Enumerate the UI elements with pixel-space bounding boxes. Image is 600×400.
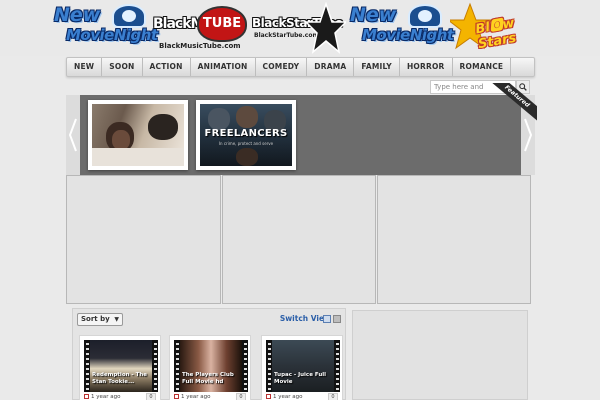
video-card[interactable]: Redemption - The Stan Tookie... 1 year a… xyxy=(79,335,161,400)
sort-by-select[interactable]: Sort by ▼ xyxy=(77,313,123,326)
blackstartube-logo[interactable]: BlackStarTube BlackStarTube.com xyxy=(250,2,346,56)
logo-movienight-text: MovieNight xyxy=(66,26,158,44)
film-strip-left xyxy=(266,340,272,392)
bmt-url-text: BlackMusicTube.com xyxy=(159,42,241,50)
comment-count: 0 xyxy=(236,393,246,400)
featured-ribbon: Featured xyxy=(489,83,537,123)
calendar-icon xyxy=(84,394,89,399)
nav-item-comedy[interactable]: COMEDY xyxy=(256,58,308,76)
video-age: 1 year ago xyxy=(181,394,211,400)
chevron-left-icon xyxy=(68,118,77,152)
video-meta: 1 year ago 0 xyxy=(266,393,340,400)
video-card[interactable]: The Players Club Full Movie hd 1 year ag… xyxy=(169,335,251,400)
video-card[interactable]: Tupac - Juice Full Movie 1 year ago 0 xyxy=(261,335,343,400)
genre-nav: NEW SOON ACTION ANIMATION COMEDY DRAMA F… xyxy=(66,57,535,77)
bmt-tube-text: TUBE xyxy=(197,6,247,42)
nav-item-family[interactable]: FAMILY xyxy=(354,58,400,76)
video-age: 1 year ago xyxy=(91,394,121,400)
film-reel-icon xyxy=(112,4,146,28)
grid-view-icon[interactable] xyxy=(323,315,331,323)
nav-item-drama[interactable]: DRAMA xyxy=(307,58,355,76)
list-view-icon[interactable] xyxy=(333,315,341,323)
blowstars-logo[interactable]: Bl🅾w Stars xyxy=(450,2,550,56)
video-list-panel: Sort by ▼ Switch View Redemption - The S… xyxy=(72,308,346,400)
slide-2-thumbnail: FREELANCERS In crime, protect and serve xyxy=(200,104,292,166)
comment-count: 0 xyxy=(146,393,156,400)
film-strip-left xyxy=(174,340,180,392)
sidebar-panel xyxy=(352,310,528,400)
chevron-down-icon: ▼ xyxy=(114,316,119,323)
content-box-2 xyxy=(222,175,376,304)
video-age: 1 year ago xyxy=(273,394,303,400)
nav-item-new[interactable]: NEW xyxy=(67,58,103,76)
movienight-logo-2[interactable]: New MovieNight xyxy=(348,2,454,54)
video-title[interactable]: Redemption - The Stan Tookie... xyxy=(92,372,154,386)
site-header: New MovieNight BlackMusic TUBE BlackMusi… xyxy=(0,0,600,56)
logo-movienight-text-2: MovieNight xyxy=(362,26,454,44)
comment-count: 0 xyxy=(328,393,338,400)
video-meta: 1 year ago 0 xyxy=(84,393,158,400)
video-title[interactable]: Tupac - Juice Full Movie xyxy=(274,372,336,386)
movienight-logo[interactable]: New MovieNight xyxy=(52,2,158,54)
video-thumbnail[interactable]: Redemption - The Stan Tookie... xyxy=(84,340,158,392)
content-box-3 xyxy=(377,175,531,304)
video-thumbnail[interactable]: Tupac - Juice Full Movie xyxy=(266,340,340,392)
nav-item-soon[interactable]: SOON xyxy=(102,58,143,76)
slide-1-thumbnail xyxy=(92,104,184,166)
sort-bar: Sort by ▼ Switch View xyxy=(77,313,343,327)
slide-2-title: FREELANCERS xyxy=(204,128,288,139)
video-thumbnail[interactable]: The Players Club Full Movie hd xyxy=(174,340,248,392)
nav-item-action[interactable]: ACTION xyxy=(143,58,191,76)
film-reel-icon-2 xyxy=(408,4,442,28)
calendar-icon xyxy=(174,394,179,399)
blackmusictube-logo[interactable]: BlackMusic TUBE BlackMusicTube.com xyxy=(153,2,249,54)
sort-by-label: Sort by xyxy=(81,315,110,323)
logo-new-text: New xyxy=(54,4,101,26)
content-box-1 xyxy=(66,175,221,304)
nav-item-romance[interactable]: ROMANCE xyxy=(453,58,512,76)
calendar-icon xyxy=(266,394,271,399)
featured-slide-1[interactable] xyxy=(88,100,188,170)
black-star-icon xyxy=(304,2,346,54)
nav-item-horror[interactable]: HORROR xyxy=(400,58,453,76)
featured-ribbon-text: Featured xyxy=(489,83,537,122)
slide-2-subtitle: In crime, protect and serve xyxy=(218,141,274,146)
film-strip-left xyxy=(84,340,90,392)
featured-slide-2[interactable]: FREELANCERS In crime, protect and serve xyxy=(196,100,296,170)
nav-item-animation[interactable]: ANIMATION xyxy=(191,58,256,76)
video-meta: 1 year ago 0 xyxy=(174,393,248,400)
slider-prev-button[interactable] xyxy=(66,95,80,175)
logo-new-text-2: New xyxy=(350,4,397,26)
video-title[interactable]: The Players Club Full Movie hd xyxy=(182,372,244,386)
featured-slider: FREELANCERS In crime, protect and serve … xyxy=(66,83,537,175)
